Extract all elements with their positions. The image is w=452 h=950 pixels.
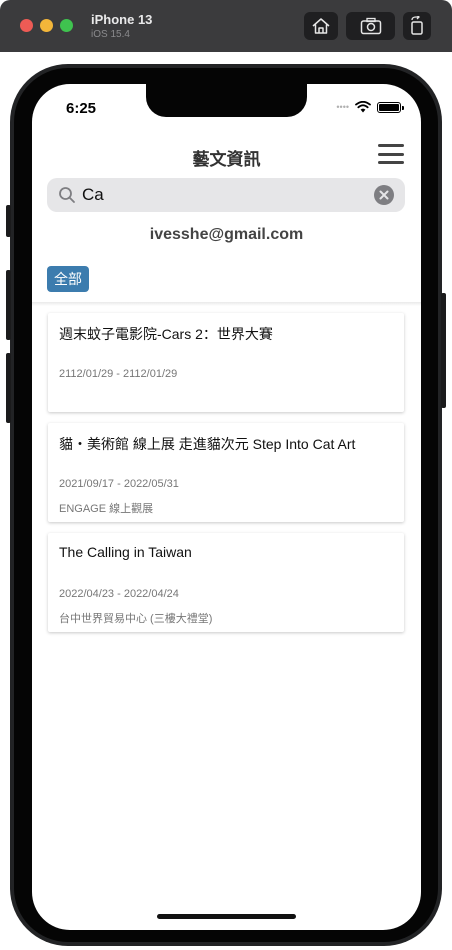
simulator-os-version: iOS 15.4 (91, 29, 130, 40)
signal-dots: •••• (336, 102, 349, 112)
minimize-window-button[interactable] (40, 19, 53, 32)
status-time: 6:25 (66, 100, 97, 117)
screenshot-button[interactable] (346, 12, 395, 40)
event-card[interactable]: 貓・美術館 線上展 走進貓次元 Step Into Cat Art 2021/0… (48, 423, 404, 522)
event-title: 週末蚊子電影院-Cars 2：世界大賽 (59, 326, 273, 342)
event-date: 2021/09/17 - 2022/05/31 (59, 478, 179, 490)
simulator-toolbar: iPhone 13 iOS 15.4 (0, 0, 452, 52)
home-button[interactable] (304, 12, 338, 40)
camera-icon (360, 17, 381, 35)
event-location: 台中世界貿易中心 (三樓大禮堂) (59, 613, 213, 625)
rotate-button[interactable] (403, 12, 431, 40)
mute-switch (6, 205, 11, 237)
rotate-icon (411, 16, 423, 35)
hamburger-icon (378, 144, 404, 147)
home-indicator[interactable] (157, 914, 296, 919)
event-title: The Calling in Taiwan (59, 544, 192, 560)
hamburger-menu-button[interactable] (378, 144, 404, 164)
battery-icon (377, 101, 404, 113)
user-email: ivesshe@gmail.com (149, 226, 304, 243)
power-button (441, 293, 446, 408)
notch (146, 84, 307, 117)
close-window-button[interactable] (20, 19, 33, 32)
search-input[interactable] (82, 185, 362, 205)
event-date: 2112/01/29 - 2112/01/29 (59, 368, 178, 380)
event-card[interactable]: 週末蚊子電影院-Cars 2：世界大賽 2112/01/29 - 2112/01… (48, 313, 404, 412)
search-icon (59, 187, 75, 203)
hamburger-icon-bar (378, 161, 404, 164)
home-icon (312, 18, 330, 34)
event-location: ENGAGE 線上觀展 (59, 503, 154, 515)
status-icons: •••• (336, 101, 404, 113)
event-card[interactable]: The Calling in Taiwan 2022/04/23 - 2022/… (48, 533, 404, 632)
app-screen: 6:25 •••• 藝文資訊 ivesshe@gmail.com 全部 週末蚊子… (32, 84, 421, 930)
volume-up-button (6, 270, 11, 340)
volume-down-button (6, 353, 11, 423)
filter-chip-all[interactable]: 全部 (47, 266, 89, 292)
search-bar[interactable] (47, 178, 405, 212)
page-title: 藝文資訊 (192, 150, 261, 169)
wifi-icon (355, 101, 371, 113)
zoom-window-button[interactable] (60, 19, 73, 32)
close-icon (379, 190, 389, 200)
event-title: 貓・美術館 線上展 走進貓次元 Step Into Cat Art (59, 436, 356, 452)
clear-search-button[interactable] (374, 185, 394, 205)
hamburger-icon-bar (378, 152, 404, 156)
divider (32, 302, 421, 306)
event-date: 2022/04/23 - 2022/04/24 (59, 588, 179, 600)
simulator-device-name: iPhone 13 (91, 12, 153, 27)
